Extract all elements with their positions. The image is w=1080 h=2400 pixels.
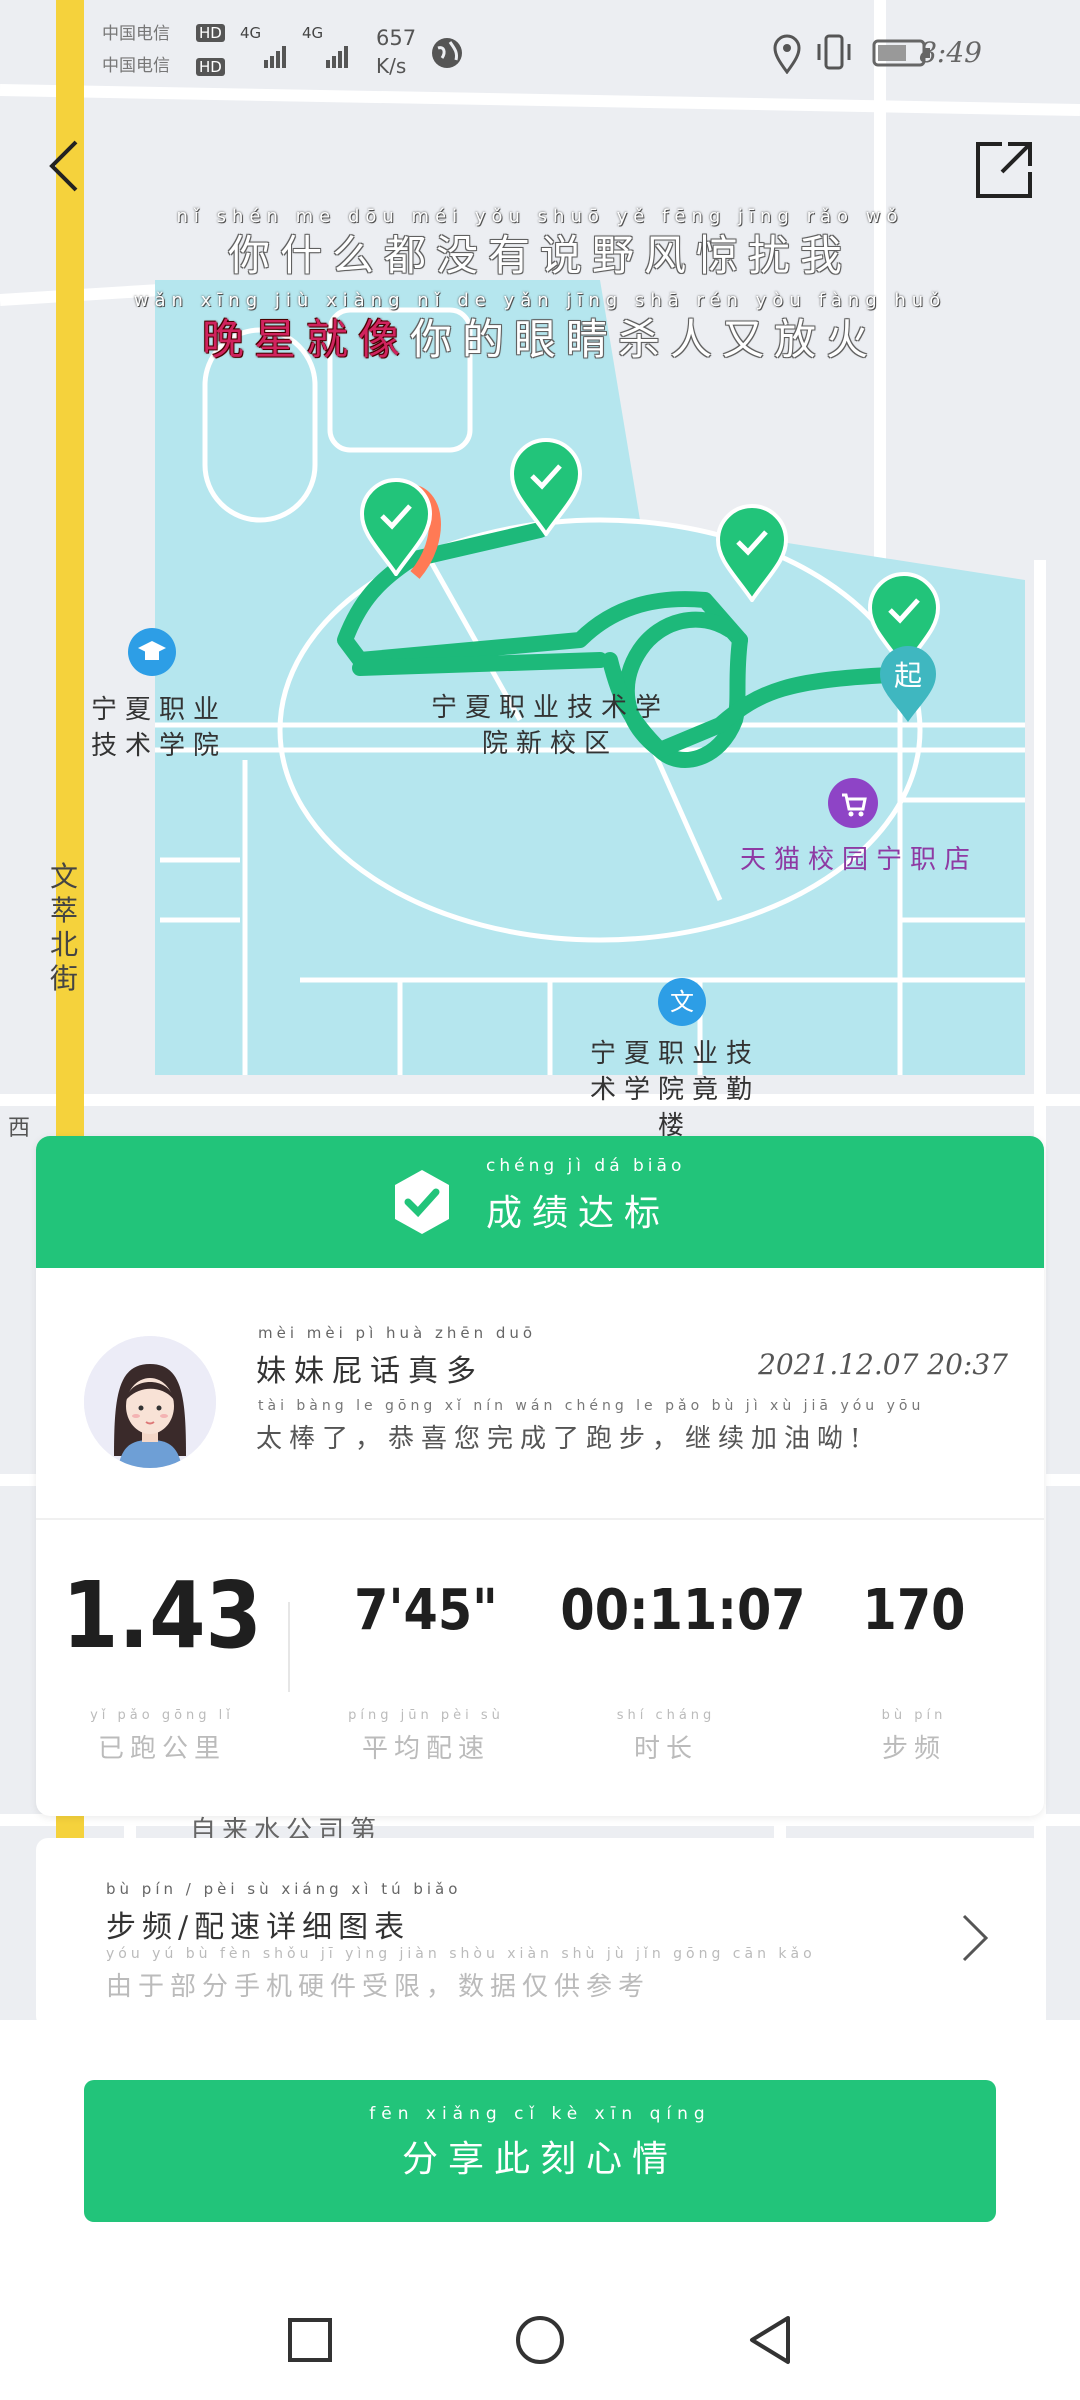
chart-link-subtitle: 由于部分手机硬件受限，数据仅供参考 — [106, 1972, 651, 2002]
result-title-pinyin: chéng jì dá biāo — [486, 1156, 686, 1176]
stat-divider — [288, 1602, 290, 1692]
lyric-line2-highlight: 晚星就像 — [201, 315, 410, 364]
stat-distance-label: 已跑公里 — [97, 1734, 226, 1764]
chart-link-subtitle-pinyin: yóu yú bù fèn shǒu jī yìng jiàn shòu xià… — [106, 1946, 816, 1962]
edge-label: 西 — [8, 1116, 31, 1141]
user-row: mèi mèi pì huà zhēn duō 妹妹屁话真多 2021.12.0… — [36, 1268, 1044, 1520]
stat-distance: 1.43 yǐ pǎo gōng lǐ 已跑公里 — [42, 1522, 282, 1812]
stat-pace: 7'45" píng jūn pèi sù 平均配速 — [306, 1522, 546, 1812]
lyric-line1: 你什么都没有说野风惊扰我 — [227, 231, 852, 280]
bottom-panel: fēn xiǎng cǐ kè xīn qíng 分享此刻心情 — [0, 2020, 1080, 2280]
result-title: 成绩达标 — [486, 1193, 671, 1234]
stat-pace-pinyin: píng jūn pèi sù — [348, 1708, 504, 1723]
stat-pace-value: 7'45" — [354, 1578, 498, 1643]
poi-new-campus-label: 宁夏职业技术学院新校区 — [430, 693, 669, 759]
lyric-line2: 晚星就像你的眼睛杀人又放火 — [0, 306, 1080, 367]
result-card: chéng jì dá biāo 成绩达标 mèi mèi pì huà zhē… — [36, 1136, 1044, 1816]
stat-cadence-value: 170 — [862, 1578, 966, 1643]
shop-icon — [828, 778, 878, 828]
carrier-1: 中国电信 — [102, 24, 170, 44]
stat-distance-value: 1.43 — [62, 1562, 262, 1669]
street-label: 文萃北街 — [50, 860, 79, 995]
net-speed: 657 — [376, 26, 417, 50]
badge-check-icon — [395, 1170, 449, 1234]
share-mood-button[interactable]: fēn xiǎng cǐ kè xīn qíng 分享此刻心情 — [84, 2080, 996, 2222]
user-name-pinyin: mèi mèi pì huà zhēn duō — [258, 1324, 537, 1342]
status-bar: 中国电信 中国电信 HD HD 4G 4G 657 K/s 8:49 — [0, 0, 1080, 100]
clock: 8:49 — [919, 36, 982, 69]
stat-cadence-pinyin: bù pín — [881, 1708, 947, 1723]
stat-cadence-label: 步频 — [881, 1734, 946, 1764]
chart-link-title: 步频/配速详细图表 — [106, 1910, 411, 1945]
share-button-label: 分享此刻心情 — [401, 2139, 678, 2180]
home-icon[interactable] — [510, 2310, 570, 2370]
run-timestamp: 2021.12.07 20:37 — [758, 1348, 1008, 1381]
user-name: 妹妹屁话真多 — [256, 1354, 484, 1389]
share-out-icon[interactable] — [972, 138, 1036, 202]
stats-row: 1.43 yǐ pǎo gōng lǐ 已跑公里 7'45" píng jūn … — [36, 1522, 1044, 1812]
congrats-pinyin: tài bàng le gōng xǐ nín wán chéng le pǎo… — [258, 1398, 925, 1414]
school-icon — [128, 628, 176, 676]
check-pin-icon[interactable] — [358, 478, 434, 576]
hd-badge-2: HD — [196, 58, 225, 76]
stat-duration-value: 00:11:07 — [560, 1578, 806, 1643]
signal-icon — [264, 46, 348, 68]
location-icon — [773, 34, 801, 74]
stat-duration-label: 时长 — [633, 1734, 698, 1764]
stat-cadence: 170 bù pín 步频 — [794, 1522, 1034, 1812]
congrats-message: 太棒了，恭喜您完成了跑步，继续加油呦! — [256, 1424, 868, 1454]
lyric-line2-rest: 你的眼睛杀人又放火 — [410, 315, 879, 364]
net-speed-unit: K/s — [376, 54, 407, 78]
system-nav-bar — [0, 2280, 1080, 2400]
stat-duration-pinyin: shí cháng — [616, 1708, 716, 1723]
back-icon[interactable] — [740, 2310, 800, 2370]
back-arrow-icon[interactable] — [40, 136, 88, 196]
poi-shop-label: 天猫校园宁职店 — [739, 845, 978, 875]
detail-chart-link[interactable]: bù pín / pèi sù xiáng xì tú biǎo 步频/配速详细… — [36, 1838, 1044, 2028]
library-icon: 文 — [658, 978, 706, 1026]
poi-library-label: 宁夏职业技术学院竟勤楼 — [589, 1039, 760, 1141]
start-marker: 起 — [876, 644, 940, 724]
recents-icon[interactable] — [280, 2310, 340, 2370]
vibrate-icon — [817, 34, 851, 70]
avatar[interactable] — [84, 1336, 216, 1468]
carrier-2: 中国电信 — [102, 56, 170, 76]
chart-link-title-pinyin: bù pín / pèi sù xiáng xì tú biǎo — [106, 1880, 462, 1898]
check-pin-icon[interactable] — [508, 438, 584, 536]
chevron-right-icon[interactable] — [958, 1912, 990, 1964]
poi-school-label: 宁夏职业技术学院 — [90, 695, 227, 761]
card-header: chéng jì dá biāo 成绩达标 — [36, 1136, 1044, 1268]
check-pin-icon[interactable] — [714, 504, 790, 602]
globe-icon — [432, 38, 462, 68]
share-button-pinyin: fēn xiǎng cǐ kè xīn qíng — [369, 2104, 711, 2124]
stat-distance-pinyin: yǐ pǎo gōng lǐ — [90, 1708, 234, 1723]
stat-duration: 00:11:07 shí cháng 时长 — [546, 1522, 806, 1812]
stat-pace-label: 平均配速 — [361, 1734, 490, 1764]
hd-badge-1: HD — [196, 24, 225, 42]
start-marker-label: 起 — [893, 659, 922, 692]
